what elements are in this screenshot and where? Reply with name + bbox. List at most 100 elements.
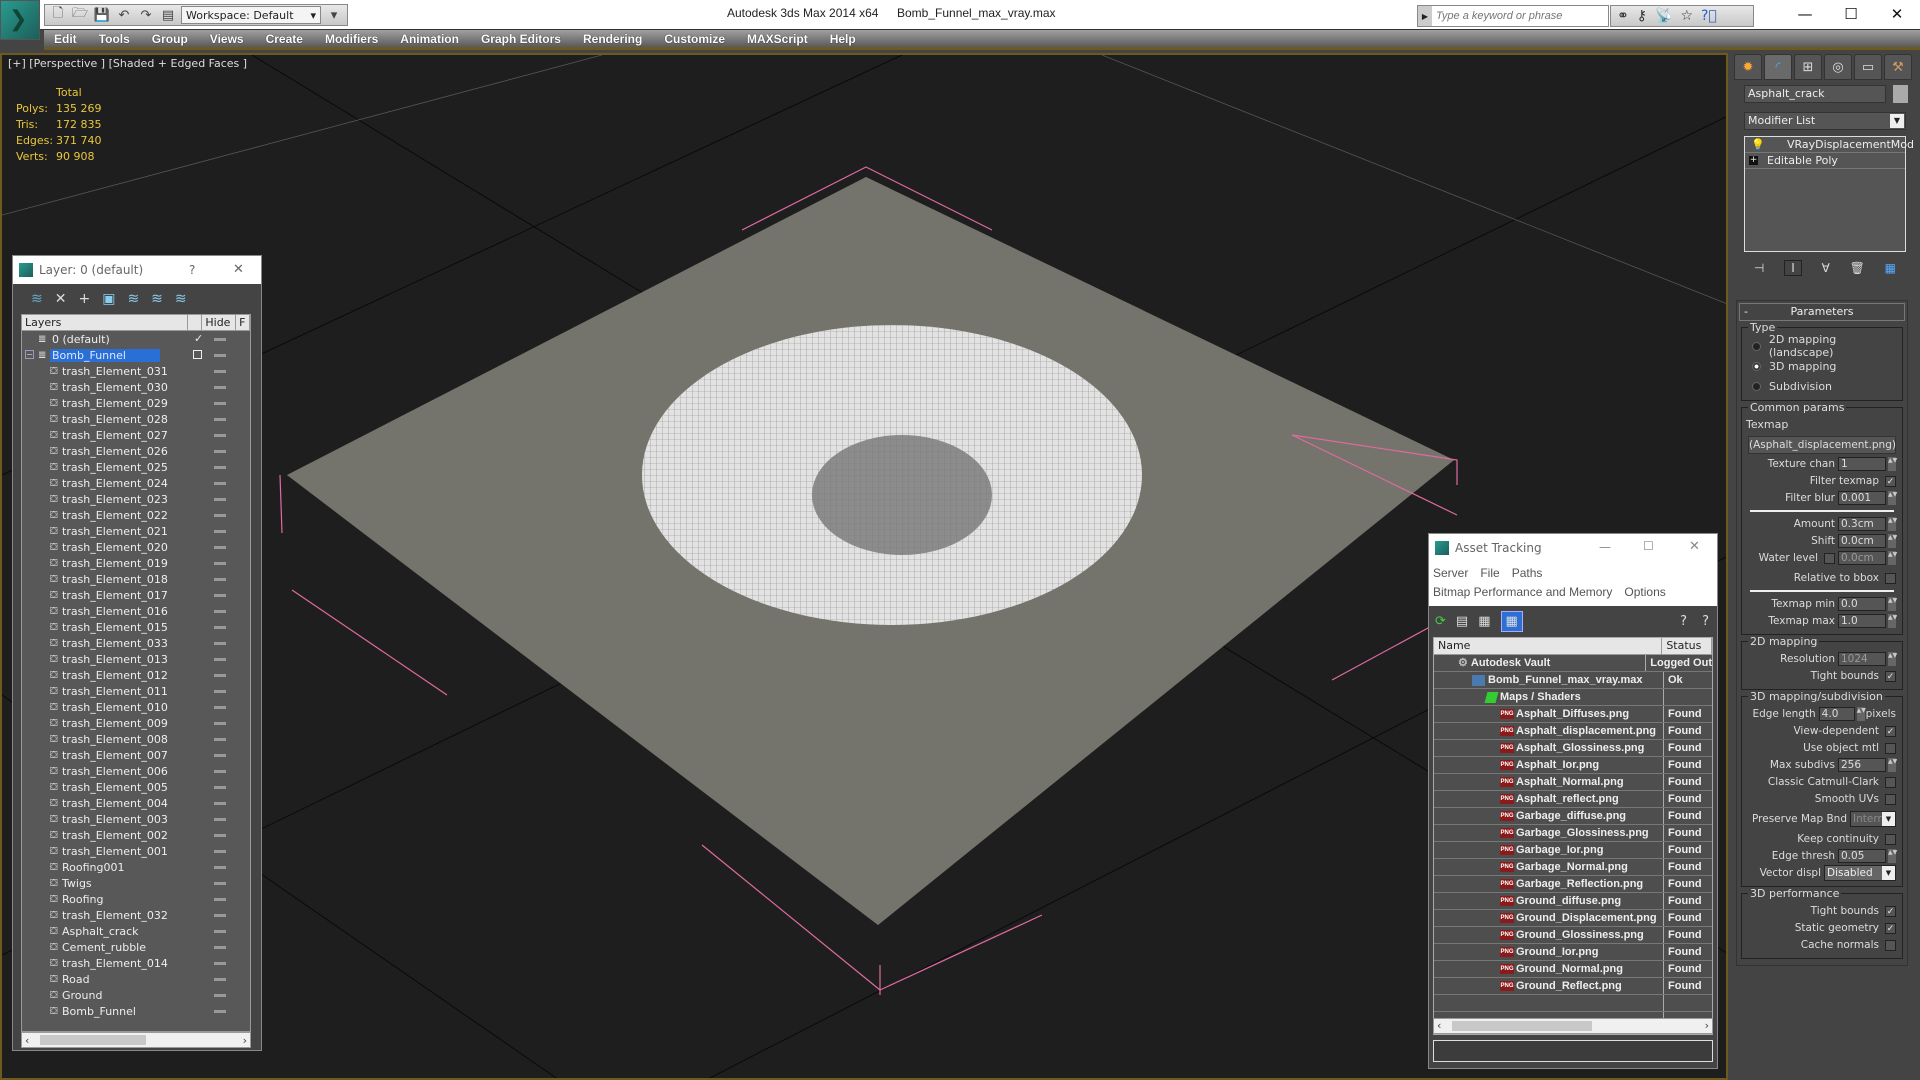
app-menu-button[interactable]: ❯ [0, 0, 40, 40]
layer-name[interactable]: Bomb_Funnel [50, 348, 160, 362]
object-name[interactable]: Roofing001 [62, 861, 125, 874]
object-name[interactable]: trash_Element_014 [62, 957, 168, 970]
layer-object-row[interactable]: ⛋ trash_Element_028 [22, 411, 250, 427]
water-level-checkbox[interactable] [1824, 552, 1835, 564]
help-icon[interactable]: ?⃝ [1701, 8, 1717, 24]
delete-layer-icon[interactable]: ✕ [55, 291, 67, 307]
layer-object-row[interactable]: ⛋ trash_Element_032 [22, 907, 250, 923]
select-layer-icon[interactable]: ≋ [127, 291, 139, 307]
layer-object-row[interactable]: ⛋ trash_Element_025 [22, 459, 250, 475]
asset-row[interactable]: Bomb_Funnel_max_vray.max Ok [1434, 672, 1712, 689]
freeze-unfreeze-icon[interactable]: ≋ [175, 291, 187, 307]
classic-catmull-checkbox[interactable] [1885, 776, 1896, 788]
hide-toggle[interactable] [214, 642, 226, 645]
hide-toggle[interactable] [214, 514, 226, 517]
asset-row[interactable]: PNG Garbage_Reflection.png Found [1434, 876, 1712, 893]
asset-menu-file[interactable]: File [1480, 566, 1499, 580]
menu-edit[interactable]: Edit [54, 32, 77, 46]
table-view-icon[interactable]: ▦ [1500, 610, 1523, 632]
asset-row[interactable]: PNG Asphalt_Normal.png Found [1434, 774, 1712, 791]
asset-row[interactable]: PNG Asphalt_reflect.png Found [1434, 791, 1712, 808]
hide-toggle[interactable] [214, 818, 226, 821]
hide-toggle[interactable] [214, 866, 226, 869]
asset-menu-options[interactable]: Options [1624, 585, 1665, 599]
help-icon[interactable]: ? [1702, 614, 1709, 629]
spinner-arrows-icon[interactable]: ▲▼ [1856, 707, 1866, 721]
edge-length-spinner[interactable]: 4.0 [1818, 707, 1855, 721]
refresh-icon[interactable]: ⟳ [1435, 614, 1446, 629]
hide-toggle[interactable] [214, 690, 226, 693]
asset-menu-paths[interactable]: Paths [1512, 566, 1543, 580]
object-name[interactable]: Road [62, 973, 90, 986]
hide-toggle[interactable] [214, 562, 226, 565]
maximize-button[interactable]: ☐ [1643, 539, 1654, 553]
key-icon[interactable]: ⚷ [1637, 8, 1647, 24]
object-name[interactable]: trash_Element_024 [62, 477, 168, 490]
stack-item-editable-poly[interactable]: + Editable Poly [1745, 153, 1905, 169]
object-name[interactable]: trash_Element_005 [62, 781, 168, 794]
object-name[interactable]: Twigs [62, 877, 92, 890]
asset-row[interactable]: PNG Asphalt_Ior.png Found [1434, 757, 1712, 774]
asset-row[interactable]: PNG Garbage_Ior.png Found [1434, 842, 1712, 859]
type-option[interactable]: Subdivision [1742, 376, 1902, 396]
spinner-arrows-icon[interactable]: ▲▼ [1888, 614, 1897, 628]
object-name[interactable]: trash_Element_026 [62, 445, 168, 458]
layer-object-row[interactable]: ⛋ Road [22, 971, 250, 987]
customize-toolbar-icon[interactable]: ▾ [325, 6, 343, 24]
hide-toggle[interactable] [214, 994, 226, 997]
hide-toggle[interactable] [214, 658, 226, 661]
scrollbar-thumb[interactable] [1452, 1021, 1592, 1031]
new-file-icon[interactable]: 🗋 [49, 6, 67, 24]
show-end-result-icon[interactable]: I [1784, 260, 1802, 276]
layer-name[interactable]: 0 (default) [50, 333, 112, 346]
list-view-icon[interactable]: ▤ [1456, 614, 1468, 629]
object-name[interactable]: trash_Element_029 [62, 397, 168, 410]
amount-spinner[interactable]: 0.3cm [1838, 517, 1886, 531]
modifier-list-dropdown[interactable]: Modifier List ▼ [1744, 112, 1906, 130]
asset-row[interactable]: PNG Ground_diffuse.png Found [1434, 893, 1712, 910]
asset-row[interactable]: PNG Asphalt_displacement.png Found [1434, 723, 1712, 740]
minimize-button[interactable]: — [1782, 0, 1828, 28]
object-name[interactable]: trash_Element_028 [62, 413, 168, 426]
tight-bounds-2d-checkbox[interactable]: ✓ [1885, 670, 1896, 682]
object-name[interactable]: trash_Element_012 [62, 669, 168, 682]
asset-tracking-titlebar[interactable]: Asset Tracking — ☐ ✕ [1429, 534, 1717, 562]
hide-toggle[interactable] [214, 530, 226, 533]
layer-object-row[interactable]: ⛋ trash_Element_008 [22, 731, 250, 747]
column-status[interactable]: Status [1662, 638, 1712, 654]
object-name[interactable]: trash_Element_009 [62, 717, 168, 730]
type-option[interactable]: 2D mapping (landscape) [1742, 333, 1902, 359]
edge-thresh-spinner[interactable]: 0.05 [1838, 849, 1886, 863]
tight-bounds-3d-checkbox[interactable]: ✓ [1885, 905, 1896, 917]
object-name[interactable]: trash_Element_021 [62, 525, 168, 538]
layer-object-row[interactable]: ⛋ Cement_rubble [22, 939, 250, 955]
column-name[interactable]: Name [1434, 638, 1663, 654]
redo-icon[interactable]: ↷ [137, 6, 155, 24]
star-icon[interactable]: ☆ [1680, 8, 1693, 24]
object-name[interactable]: trash_Element_008 [62, 733, 168, 746]
max-subdivs-spinner[interactable]: 256 [1838, 758, 1886, 772]
object-name[interactable]: trash_Element_020 [62, 541, 168, 554]
column-current[interactable] [188, 315, 203, 330]
asset-row[interactable]: PNG Ground_Displacement.png Found [1434, 910, 1712, 927]
menu-tools[interactable]: Tools [99, 32, 130, 46]
layer-object-row[interactable]: ⛋ trash_Element_009 [22, 715, 250, 731]
layer-object-row[interactable]: ⛋ Asphalt_crack [22, 923, 250, 939]
layer-object-row[interactable]: ⛋ Bomb_Funnel [22, 1003, 250, 1019]
menu-maxscript[interactable]: MAXScript [747, 32, 808, 46]
texmap-min-spinner[interactable]: 0.0 [1838, 597, 1886, 611]
hide-toggle[interactable] [214, 338, 226, 341]
menu-modifiers[interactable]: Modifiers [325, 32, 378, 46]
spinner-arrows-icon[interactable]: ▲▼ [1888, 534, 1897, 548]
scroll-right-icon[interactable]: › [243, 1034, 247, 1047]
layer-object-row[interactable]: ⛋ trash_Element_007 [22, 747, 250, 763]
hide-toggle[interactable] [214, 370, 226, 373]
scroll-left-icon[interactable]: ‹ [25, 1034, 29, 1047]
close-button[interactable]: ✕ [1874, 0, 1920, 28]
hide-toggle[interactable] [214, 930, 226, 933]
asset-row[interactable]: ⚙ Autodesk Vault Logged Out [1434, 655, 1712, 672]
spinner-arrows-icon[interactable]: ▲▼ [1888, 652, 1897, 666]
modifier-stack[interactable]: 💡 VRayDisplacementMod + Editable Poly [1744, 136, 1914, 252]
spinner-arrows-icon[interactable]: ▲▼ [1888, 849, 1897, 863]
project-folder-icon[interactable]: ▤ [159, 6, 177, 24]
